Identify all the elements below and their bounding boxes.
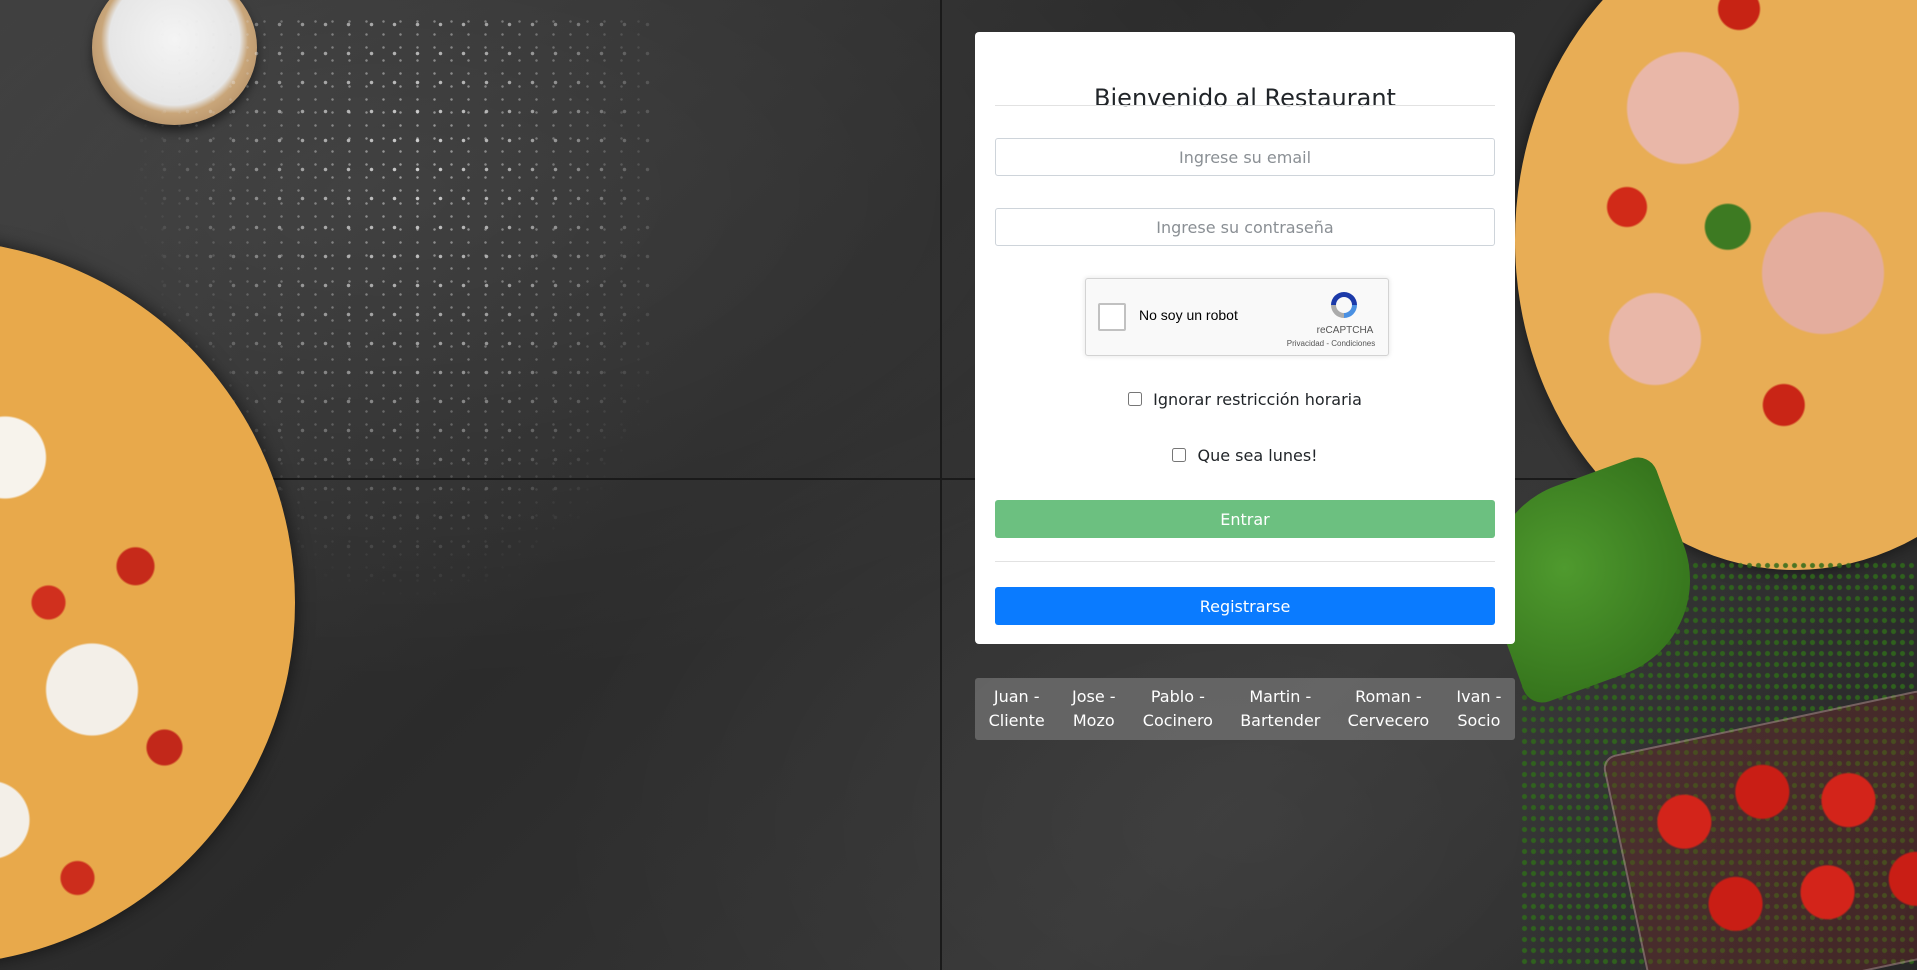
recaptcha-links[interactable]: Privacidad - Condiciones [1276, 339, 1386, 348]
quick-user-role: Cocinero [1142, 711, 1213, 730]
divider [995, 105, 1495, 106]
monday-option[interactable]: Que sea lunes! [975, 446, 1515, 465]
quick-user-name: Roman - [1355, 687, 1422, 706]
register-button[interactable]: Registrarse [995, 587, 1495, 625]
quick-user-name: Jose - [1072, 687, 1116, 706]
recaptcha-widget: No soy un robot reCAPTCHA Privacidad - C… [1085, 278, 1389, 356]
quick-login-bar: Juan - Cliente Jose - Mozo Pablo - Cocin… [975, 678, 1515, 740]
quick-user-jose[interactable]: Jose - Mozo [1066, 685, 1122, 733]
quick-user-role: Cliente [988, 711, 1045, 730]
login-card: Bienvenido al Restaurant No soy un robot… [975, 32, 1515, 644]
divider [995, 561, 1495, 562]
ignore-schedule-checkbox[interactable] [1128, 392, 1143, 406]
quick-user-ivan[interactable]: Ivan - Socio [1450, 685, 1507, 733]
page-title: Bienvenido al Restaurant [1094, 84, 1396, 112]
quick-user-role: Socio [1457, 711, 1501, 730]
quick-user-role: Mozo [1072, 711, 1115, 730]
quick-user-name: Juan - [993, 687, 1040, 706]
monday-label: Que sea lunes! [1197, 446, 1318, 465]
monday-checkbox[interactable] [1172, 448, 1187, 462]
quick-user-martin[interactable]: Martin - Bartender [1234, 685, 1326, 733]
background-image [0, 0, 1917, 970]
quick-user-name: Ivan - [1456, 687, 1502, 706]
ignore-schedule-label: Ignorar restricción horaria [1153, 390, 1362, 409]
recaptcha-checkbox[interactable] [1098, 303, 1126, 331]
quick-user-role: Cervecero [1347, 711, 1430, 730]
recaptcha-logo-icon [1331, 292, 1357, 318]
ignore-schedule-option[interactable]: Ignorar restricción horaria [975, 390, 1515, 409]
password-input[interactable] [995, 208, 1495, 246]
quick-user-name: Martin - [1249, 687, 1312, 706]
quick-user-role: Bartender [1240, 711, 1321, 730]
quick-user-name: Pablo - [1150, 687, 1205, 706]
recaptcha-brand: reCAPTCHA [1316, 325, 1374, 336]
quick-user-roman[interactable]: Roman - Cervecero [1342, 685, 1436, 733]
recaptcha-label: No soy un robot [1139, 307, 1238, 323]
email-input[interactable] [995, 138, 1495, 176]
quick-user-juan[interactable]: Juan - Cliente [983, 685, 1051, 733]
enter-button[interactable]: Entrar [995, 500, 1495, 538]
tile-seam-vertical [940, 0, 942, 970]
quick-user-pablo[interactable]: Pablo - Cocinero [1137, 685, 1219, 733]
